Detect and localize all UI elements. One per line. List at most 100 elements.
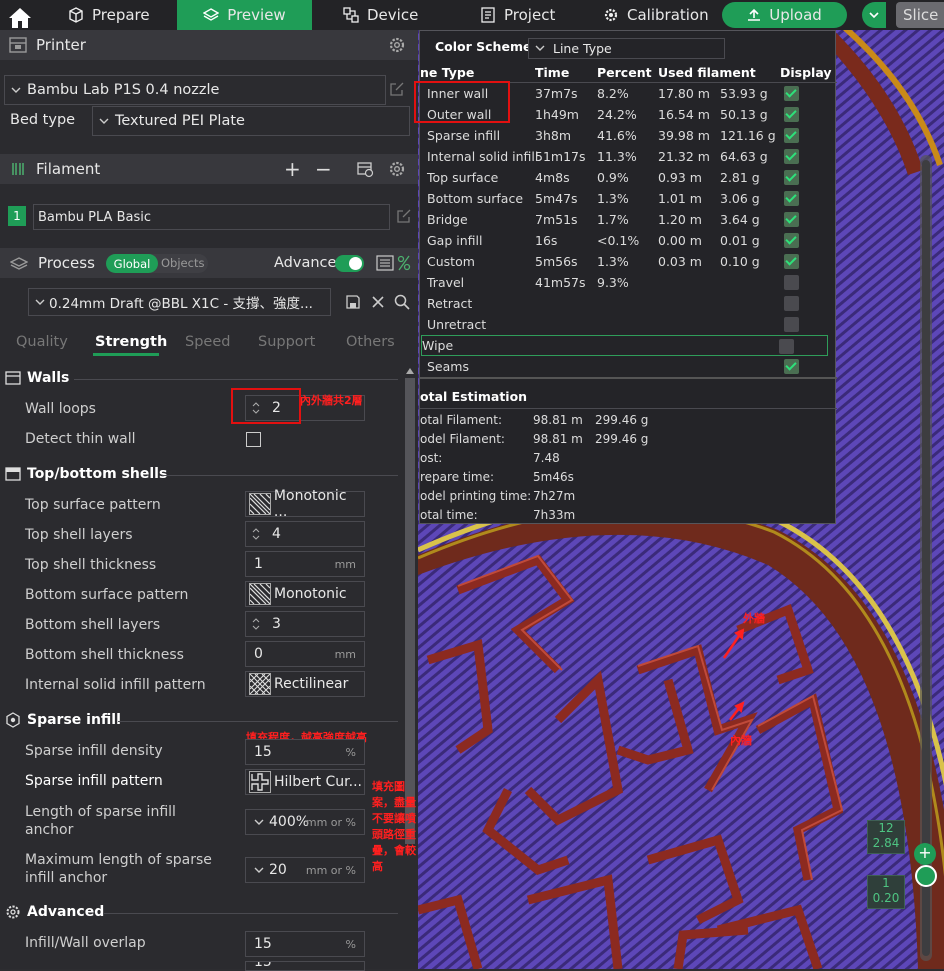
- estimation-label: ost:: [420, 451, 443, 465]
- annotation-walls: 內外牆共2層: [300, 394, 363, 407]
- detect-thin-wall-label: Detect thin wall: [25, 431, 136, 447]
- list-icon[interactable]: [376, 255, 394, 271]
- infill-wall-overlap-value: 15: [254, 936, 272, 952]
- objects-option[interactable]: Objects: [161, 256, 204, 270]
- sync-icon[interactable]: [356, 160, 374, 178]
- advance-toggle[interactable]: [335, 255, 364, 272]
- tab-quality[interactable]: Quality: [16, 334, 68, 350]
- display-checkbox[interactable]: [784, 233, 799, 248]
- tab-support[interactable]: Support: [258, 334, 315, 350]
- sparse-pattern-select[interactable]: Hilbert Cur...: [245, 769, 365, 795]
- plus-icon[interactable]: +: [284, 157, 301, 181]
- max-anchor-length-combo[interactable]: 20 mm or %: [245, 857, 365, 883]
- slice-button[interactable]: Slice p: [896, 2, 944, 28]
- annotation-pattern: 填充圖案，盡量不要讓噴頭路徑重疊，會較高: [372, 780, 416, 873]
- display-checkbox[interactable]: [784, 317, 799, 332]
- estimation-weight: 299.46 g: [595, 432, 649, 446]
- tab-preview[interactable]: Preview: [177, 0, 312, 30]
- chevron-down-icon: [35, 299, 45, 305]
- stepper-icon[interactable]: [250, 618, 262, 630]
- legend-row[interactable]: Internal solid infill 51m17s 11.3% 21.32 m 6…: [427, 146, 827, 167]
- tab-project[interactable]: Project: [480, 0, 555, 30]
- slice-dropdown-button[interactable]: [862, 2, 886, 28]
- stepper-icon[interactable]: [250, 528, 262, 540]
- tab-calibration[interactable]: Calibration: [603, 0, 709, 30]
- internal-solid-infill-select[interactable]: Rectilinear: [245, 671, 365, 697]
- bottom-shell-thickness-input[interactable]: 0 mm: [245, 641, 365, 667]
- add-layer-button[interactable]: +: [914, 843, 936, 865]
- bottom-surface-pattern-select[interactable]: Monotonic: [245, 581, 365, 607]
- tab-prepare[interactable]: Prepare: [68, 0, 150, 30]
- legend-row[interactable]: Custom 5m56s 1.3% 0.03 m 0.10 g: [427, 251, 827, 272]
- line-type-length: 21.32 m: [658, 149, 710, 164]
- display-checkbox[interactable]: [779, 339, 794, 354]
- global-option[interactable]: Global: [106, 254, 158, 273]
- top-shell-thickness-input[interactable]: 1 mm: [245, 551, 365, 577]
- walls-title: Walls: [27, 370, 70, 386]
- display-checkbox[interactable]: [784, 296, 799, 311]
- top-surface-pattern-select[interactable]: Monotonic ...: [245, 488, 365, 520]
- home-icon[interactable]: [8, 3, 32, 33]
- display-checkbox[interactable]: [784, 275, 799, 290]
- tab-others[interactable]: Others: [346, 334, 395, 350]
- legend-row[interactable]: Travel 41m57s 9.3%: [427, 272, 827, 293]
- printer-title: Printer: [36, 36, 86, 54]
- search-icon[interactable]: [394, 294, 410, 310]
- filament-color-swatch[interactable]: 1: [8, 206, 26, 226]
- display-checkbox[interactable]: [784, 212, 799, 227]
- display-checkbox[interactable]: [784, 254, 799, 269]
- global-objects-toggle[interactable]: Global Objects: [106, 254, 208, 273]
- legend-row[interactable]: Seams: [427, 356, 827, 377]
- bottom-shell-layers-input[interactable]: 3: [245, 611, 365, 637]
- display-checkbox[interactable]: [784, 191, 799, 206]
- printer-icon: [9, 37, 27, 53]
- line-type-name: Custom: [427, 254, 475, 269]
- close-icon[interactable]: [371, 295, 385, 309]
- display-checkbox[interactable]: [784, 107, 799, 122]
- legend-row[interactable]: Unretract: [427, 314, 827, 335]
- display-checkbox[interactable]: [784, 128, 799, 143]
- display-checkbox[interactable]: [784, 359, 799, 374]
- color-scheme-select[interactable]: Line Type: [528, 38, 725, 59]
- upload-button[interactable]: Upload: [722, 2, 847, 28]
- line-type-length: 16.54 m: [658, 107, 710, 122]
- save-icon[interactable]: [345, 294, 361, 310]
- divider: [118, 721, 398, 722]
- process-preset-select[interactable]: 0.24mm Draft @BBL X1C - 支撐、強度...: [28, 288, 331, 316]
- bed-type-select[interactable]: Textured PEI Plate: [92, 106, 410, 136]
- legend-row[interactable]: Retract: [427, 293, 827, 314]
- anchor-length-combo[interactable]: 400% mm or %: [245, 809, 365, 835]
- gear-icon[interactable]: [388, 36, 406, 54]
- anchor-length-value: 400%: [269, 814, 310, 830]
- printer-select[interactable]: Bambu Lab P1S 0.4 nozzle: [4, 75, 386, 105]
- gear-icon[interactable]: [388, 160, 406, 178]
- detect-thin-wall-checkbox[interactable]: [246, 432, 261, 447]
- edit-icon[interactable]: [389, 81, 405, 97]
- legend-row[interactable]: Wipe: [421, 335, 828, 356]
- settings-scrollbar[interactable]: [404, 366, 416, 969]
- layer-slider-handle[interactable]: [915, 865, 937, 887]
- compare-icon[interactable]: [397, 255, 411, 271]
- legend-row[interactable]: Sparse infill 3h8m 41.6% 39.98 m 121.16 g: [427, 125, 827, 146]
- legend-row[interactable]: Bridge 7m51s 1.7% 1.20 m 3.64 g: [427, 209, 827, 230]
- legend-row[interactable]: Gap infill 16s <0.1% 0.00 m 0.01 g: [427, 230, 827, 251]
- infill-wall-overlap-input[interactable]: 15 %: [245, 931, 365, 957]
- sparse-density-input[interactable]: 15 %: [245, 739, 365, 765]
- filament-select[interactable]: Bambu PLA Basic: [33, 204, 390, 230]
- tab-calibration-label: Calibration: [627, 6, 709, 24]
- display-checkbox[interactable]: [784, 149, 799, 164]
- display-checkbox[interactable]: [784, 170, 799, 185]
- legend-row[interactable]: Bottom surface 5m47s 1.3% 1.01 m 3.06 g: [427, 188, 827, 209]
- minus-icon[interactable]: −: [315, 157, 332, 181]
- next-setting-input[interactable]: 15: [245, 961, 365, 971]
- legend-row[interactable]: Top surface 4m8s 0.9% 0.93 m 2.81 g: [427, 167, 827, 188]
- tab-device[interactable]: Device: [343, 0, 418, 30]
- top-shell-layers-input[interactable]: 4: [245, 521, 365, 547]
- edit-icon[interactable]: [396, 208, 412, 224]
- cube-icon: [69, 7, 83, 23]
- annotation-outer-wall: 外牆: [743, 612, 765, 625]
- tab-speed[interactable]: Speed: [185, 334, 230, 350]
- tab-strength[interactable]: Strength: [95, 334, 167, 350]
- display-checkbox[interactable]: [784, 86, 799, 101]
- advanced-section-header: Advanced: [5, 904, 104, 920]
